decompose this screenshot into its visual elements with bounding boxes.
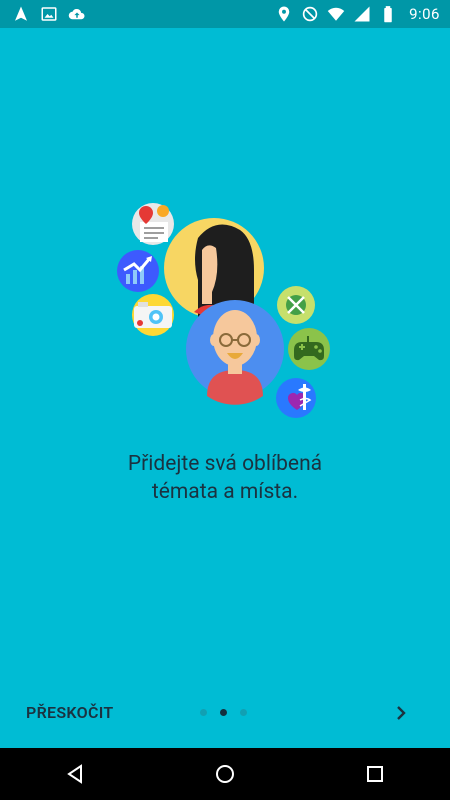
status-time: 9:06 [409, 5, 440, 23]
onboarding-page: Přidejte svá oblíbená témata a místa. PŘ… [0, 28, 450, 748]
recents-icon [367, 766, 383, 782]
back-button[interactable] [63, 762, 87, 786]
caption-line-1: Přidejte svá oblíbená [127, 452, 323, 476]
next-button[interactable] [392, 702, 410, 724]
battery-icon [379, 5, 397, 23]
health-icon [276, 378, 316, 418]
chevron-right-icon [397, 706, 406, 720]
signal-icon [353, 5, 371, 23]
page-dot-3 [240, 709, 247, 716]
game-controller-icon [288, 328, 330, 370]
skip-button[interactable]: PŘESKOČIT [26, 703, 114, 722]
page-dot-2-active [220, 709, 227, 716]
cloud-upload-icon [68, 5, 86, 23]
image-icon [40, 5, 58, 23]
sports-icon [277, 286, 315, 324]
camera-travel-icon [132, 294, 174, 336]
onboarding-caption: Přidejte svá oblíbená témata a místa. [0, 450, 450, 506]
back-icon [67, 764, 82, 784]
wifi-icon [327, 5, 345, 23]
recents-button[interactable] [363, 762, 387, 786]
caption-line-2: témata a místa. [151, 480, 299, 504]
finance-chart-icon [117, 250, 159, 292]
navigation-bar [0, 748, 450, 800]
home-button[interactable] [213, 762, 237, 786]
status-bar: 9:06 [0, 0, 450, 28]
man-avatar-icon [186, 300, 284, 405]
home-icon [216, 765, 234, 783]
page-indicator [200, 709, 247, 716]
map-news-icon [132, 203, 174, 245]
status-left [0, 5, 86, 23]
do-not-disturb-icon [301, 5, 319, 23]
status-right: 9:06 [275, 5, 450, 23]
location-icon [275, 5, 293, 23]
page-dot-1 [200, 709, 207, 716]
topics-illustration [110, 198, 340, 458]
navigation-icon [12, 5, 30, 23]
